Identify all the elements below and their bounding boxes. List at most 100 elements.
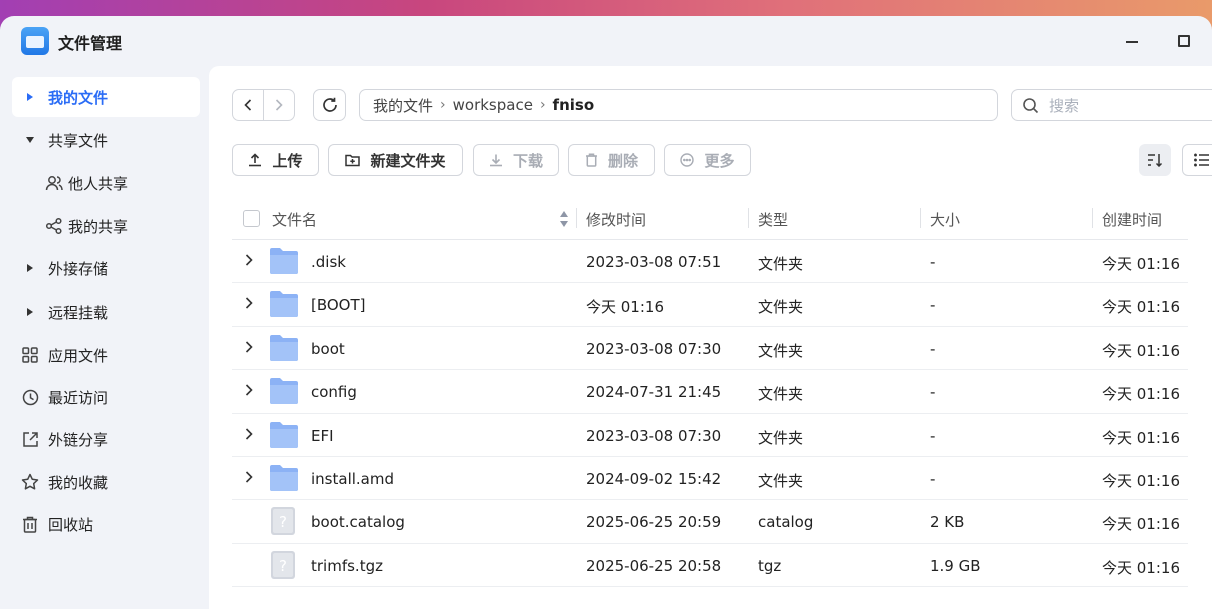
header-created[interactable]: 创建时间 (1102, 209, 1162, 230)
list-view-icon (1194, 153, 1209, 167)
column-separator[interactable] (1092, 208, 1093, 228)
folder-icon (270, 421, 298, 448)
sort-arrows-icon[interactable] (559, 210, 569, 228)
file-manager-window: 文件管理 我的文件 共享文件 他人共享 我的共享 外接存储 远程挂载 应用文件 … (0, 16, 1212, 609)
sidebar-item-label: 外链分享 (48, 430, 109, 449)
file-type: tgz (758, 556, 782, 575)
back-button[interactable] (233, 90, 263, 120)
external-share-icon (12, 431, 48, 448)
expand-chevron-icon[interactable] (245, 384, 253, 396)
sidebar-item-label: 回收站 (48, 515, 94, 534)
table-row[interactable]: boot 2023-03-08 07:30 文件夹 - 今天 01:16 (232, 327, 1188, 371)
sidebar-item-shared-files[interactable]: 共享文件 (12, 120, 200, 160)
download-label: 下载 (512, 151, 543, 170)
breadcrumb-item-workspace[interactable]: workspace (453, 96, 533, 114)
breadcrumb-separator: › (539, 97, 546, 113)
sidebar-item-shared-with-me[interactable]: 他人共享 (40, 163, 200, 203)
search-placeholder: 搜索 (1049, 96, 1080, 115)
upload-button[interactable]: 上传 (232, 144, 319, 176)
header-name[interactable]: 文件名 (272, 209, 317, 230)
breadcrumb-item-root[interactable]: 我的文件 (373, 95, 433, 116)
sidebar-item-trash[interactable]: 回收站 (12, 504, 200, 544)
sidebar-item-label: 我的收藏 (48, 473, 109, 492)
expand-chevron-icon[interactable] (245, 341, 253, 353)
created-time: 今天 01:16 (1102, 558, 1180, 577)
file-size: - (930, 469, 936, 488)
more-button[interactable]: 更多 (664, 144, 751, 176)
upload-label: 上传 (272, 151, 303, 170)
new-folder-button[interactable]: 新建文件夹 (328, 144, 463, 176)
breadcrumb: 我的文件 › workspace › fniso (359, 89, 998, 121)
caret-right-icon (12, 307, 48, 317)
main-panel: 我的文件 › workspace › fniso 搜索 上传 新建文件夹 下载 … (209, 66, 1212, 609)
header-size[interactable]: 大小 (930, 209, 960, 230)
search-input[interactable]: 搜索 (1011, 89, 1212, 121)
more-icon (680, 153, 695, 167)
minimize-icon (1126, 41, 1138, 43)
sidebar-item-label: 外接存储 (48, 259, 109, 278)
select-all-checkbox[interactable] (243, 210, 260, 227)
header-modified[interactable]: 修改时间 (586, 209, 646, 230)
trash-icon (585, 153, 598, 167)
column-separator[interactable] (920, 208, 921, 228)
sidebar-item-my-files[interactable]: 我的文件 (12, 77, 200, 117)
modified-time: 2025-06-25 20:59 (586, 513, 722, 532)
table-row[interactable]: install.amd 2024-09-02 15:42 文件夹 - 今天 01:16 (232, 457, 1188, 501)
folder-icon (270, 334, 298, 361)
table-row[interactable]: ? trimfs.tgz 2025-06-25 20:58 tgz 1.9 GB 今天 0… (232, 544, 1188, 588)
trash-icon (12, 516, 48, 533)
minimize-button[interactable] (1119, 28, 1145, 54)
sort-icon (1148, 154, 1163, 167)
created-time: 今天 01:16 (1102, 428, 1180, 447)
grid-icon (12, 347, 48, 363)
file-size: 2 KB (930, 513, 965, 532)
sidebar-item-label: 我的共享 (68, 217, 129, 236)
file-name: install.amd (311, 469, 394, 488)
sort-button[interactable] (1139, 144, 1171, 176)
file-type: 文件夹 (758, 341, 804, 360)
table-row[interactable]: EFI 2023-03-08 07:30 文件夹 - 今天 01:16 (232, 414, 1188, 457)
table-row[interactable]: [BOOT] 今天 01:16 文件夹 - 今天 01:16 (232, 283, 1188, 327)
sidebar-item-my-shares[interactable]: 我的共享 (40, 206, 200, 246)
file-size: - (930, 253, 936, 271)
expand-chevron-icon[interactable] (245, 254, 253, 266)
download-icon (489, 153, 503, 167)
breadcrumb-item-current: fniso (552, 96, 595, 114)
svg-text:?: ? (279, 513, 287, 531)
sidebar: 我的文件 共享文件 他人共享 我的共享 外接存储 远程挂载 应用文件 最近访问 … (0, 66, 209, 609)
list-view-button[interactable] (1182, 144, 1212, 176)
header-type[interactable]: 类型 (758, 209, 788, 230)
modified-time: 2024-07-31 21:45 (586, 383, 722, 402)
column-separator[interactable] (576, 208, 577, 228)
expand-chevron-icon[interactable] (245, 297, 253, 309)
sidebar-item-external-storage[interactable]: 外接存储 (12, 248, 200, 288)
sidebar-item-recent[interactable]: 最近访问 (12, 377, 200, 417)
clock-icon (12, 389, 48, 406)
sidebar-item-favorites[interactable]: 我的收藏 (12, 462, 200, 502)
modified-time: 2023-03-08 07:30 (586, 339, 722, 358)
table-row[interactable]: config 2024-07-31 21:45 文件夹 - 今天 01:16 (232, 370, 1188, 414)
refresh-button[interactable] (313, 89, 346, 121)
file-size: - (930, 339, 936, 358)
table-row[interactable]: ? boot.catalog 2025-06-25 20:59 catalog 2 KB… (232, 500, 1188, 544)
table-row[interactable]: .disk 2023-03-08 07:51 文件夹 - 今天 01:16 (232, 240, 1188, 284)
created-time: 今天 01:16 (1102, 515, 1180, 534)
sidebar-item-link-share[interactable]: 外链分享 (12, 419, 200, 459)
refresh-icon (322, 97, 337, 112)
expand-chevron-icon[interactable] (245, 471, 253, 483)
sidebar-item-remote-mount[interactable]: 远程挂载 (12, 292, 200, 332)
forward-button[interactable] (264, 90, 294, 120)
sidebar-item-app-files[interactable]: 应用文件 (12, 335, 200, 375)
svg-text:?: ? (279, 557, 287, 575)
file-name: boot.catalog (311, 513, 405, 532)
file-type: 文件夹 (758, 428, 804, 447)
breadcrumb-separator: › (440, 97, 446, 113)
unknown-file-icon: ? (271, 507, 295, 536)
download-button[interactable]: 下载 (473, 144, 559, 176)
file-name: boot (311, 339, 345, 358)
expand-chevron-icon[interactable] (245, 427, 253, 440)
chevron-right-icon (275, 99, 283, 111)
column-separator[interactable] (748, 208, 749, 228)
delete-button[interactable]: 删除 (568, 144, 655, 176)
maximize-button[interactable] (1171, 28, 1197, 54)
